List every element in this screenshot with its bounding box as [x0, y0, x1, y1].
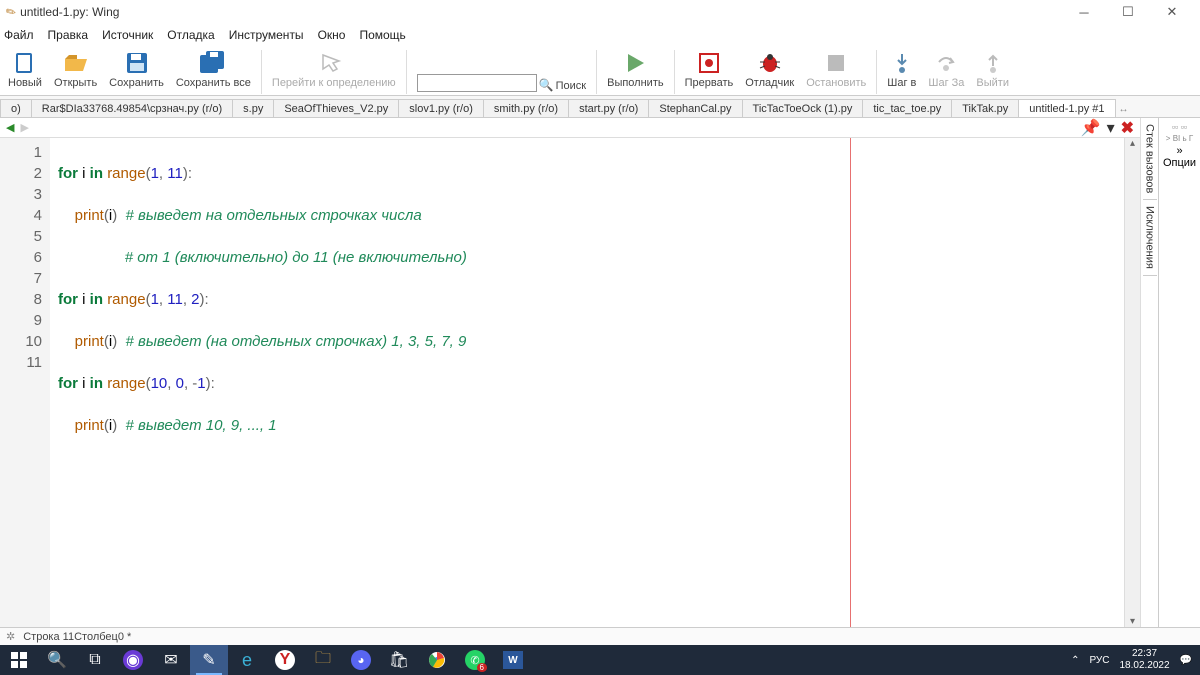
run-button[interactable]: Выполнить	[601, 48, 669, 96]
maximize-button[interactable]: ☐	[1106, 0, 1150, 24]
save-button[interactable]: Сохранить	[103, 48, 170, 96]
store-icon[interactable]: 🛍	[380, 645, 418, 675]
step-out-button[interactable]: Выйти	[970, 48, 1015, 96]
menu-file[interactable]: Файл	[4, 28, 34, 42]
main-area: ◀ ▶ 📌 ▾ ✖ 1234567891011 for i in range(1…	[0, 118, 1200, 627]
gutter: 1234567891011	[0, 138, 50, 627]
floppy-multi-icon	[198, 51, 228, 75]
debug-button[interactable]: Отладчик	[739, 48, 800, 96]
tab-close-icon[interactable]: ✖	[1121, 118, 1134, 138]
chevron-down-icon[interactable]: ▾	[1107, 118, 1115, 138]
lang-indicator[interactable]: РУС	[1089, 655, 1109, 666]
file-tabs: o) Rar$DIa33768.49854\срзнач.py (r/o) s.…	[0, 96, 1200, 118]
mail-icon[interactable]: ✉	[152, 645, 190, 675]
tiny-label: > BI ь Г	[1161, 134, 1198, 143]
pin-icon[interactable]: 📌	[1081, 118, 1101, 138]
step-in-icon	[892, 52, 912, 74]
arrow-cursor-icon	[319, 51, 349, 75]
step-in-button[interactable]: Шаг в	[881, 48, 922, 96]
search-label: Поиск	[556, 80, 586, 92]
terminate-button[interactable]: Остановить	[800, 48, 872, 96]
stop-button[interactable]: Прервать	[679, 48, 740, 96]
clock[interactable]: 22:37 18.02.2022	[1119, 648, 1169, 672]
taskview-icon[interactable]: ⧉	[76, 645, 114, 675]
play-icon	[624, 52, 646, 74]
chrome-icon[interactable]	[418, 645, 456, 675]
file-tab[interactable]: StephanCal.py	[648, 99, 742, 118]
explorer-icon[interactable]: 🗀	[304, 645, 342, 675]
sidetab-callstack[interactable]: Стек вызовов	[1143, 118, 1157, 200]
menu-help[interactable]: Помощь	[359, 28, 405, 42]
status-icon: ✲	[6, 630, 15, 643]
editor-body[interactable]: 1234567891011 for i in range(1, 11): pri…	[0, 138, 1140, 627]
whatsapp-icon[interactable]: ✆6	[456, 645, 494, 675]
menu-tools[interactable]: Инструменты	[229, 28, 304, 42]
code-area[interactable]: for i in range(1, 11): print(i) # выведе…	[50, 138, 1124, 627]
options-panel: ▫▫ ▫▫ > BI ь Г » Опции	[1158, 118, 1200, 627]
editor-nav: ◀ ▶ 📌 ▾ ✖	[0, 118, 1140, 138]
stop-square-icon	[826, 53, 846, 73]
ruler-line	[850, 138, 851, 627]
editor: ◀ ▶ 📌 ▾ ✖ 1234567891011 for i in range(1…	[0, 118, 1140, 627]
save-all-button[interactable]: Сохранить все	[170, 48, 257, 96]
file-tab[interactable]: Rar$DIa33768.49854\срзнач.py (r/o)	[31, 99, 233, 118]
step-over-button[interactable]: Шаг За	[922, 48, 970, 96]
edge-icon[interactable]: e	[228, 645, 266, 675]
word-icon[interactable]: W	[494, 645, 532, 675]
floppy-icon	[124, 51, 150, 75]
record-icon	[698, 52, 720, 74]
nav-back-icon[interactable]: ◀	[6, 121, 14, 134]
start-button[interactable]	[0, 645, 38, 675]
menubar: Файл Правка Источник Отладка Инструменты…	[0, 24, 1200, 46]
cursor-position: Строка 11Столбец0 *	[23, 631, 131, 643]
close-button[interactable]: ✕	[1150, 0, 1194, 24]
file-tab[interactable]: TicTacToeOck (1).py	[742, 99, 864, 118]
search-icon[interactable]: 🔍	[539, 78, 554, 92]
nav-forward-icon[interactable]: ▶	[20, 121, 28, 134]
discord-icon[interactable]: ◕	[342, 645, 380, 675]
search-tb-icon[interactable]: 🔍	[38, 645, 76, 675]
tray-chevron-icon[interactable]: ⌃	[1071, 655, 1079, 666]
sidetab-exceptions[interactable]: Исключения	[1143, 200, 1157, 276]
window-title: untitled-1.py: Wing	[20, 5, 119, 19]
side-panel: Стек вызовов Исключения	[1140, 118, 1158, 627]
open-button[interactable]: Открыть	[48, 48, 103, 96]
menu-window[interactable]: Окно	[318, 28, 346, 42]
alice-icon[interactable]: ◉	[114, 645, 152, 675]
toolbar: Новый Открыть Сохранить Сохранить все Пе…	[0, 46, 1200, 96]
file-tab[interactable]: slov1.py (r/o)	[398, 99, 484, 118]
notifications-icon[interactable]: 💬	[1180, 655, 1192, 666]
step-out-icon	[983, 52, 1003, 74]
search-block: 🔍 Поиск	[411, 48, 592, 96]
app-icon: ✎	[3, 3, 19, 20]
file-tab[interactable]: start.py (r/o)	[568, 99, 649, 118]
menu-edit[interactable]: Правка	[48, 28, 89, 42]
new-button[interactable]: Новый	[2, 48, 48, 96]
search-input[interactable]	[417, 74, 537, 92]
folder-open-icon	[63, 51, 89, 75]
bug-icon	[758, 52, 782, 74]
file-tab-active[interactable]: untitled-1.py #1	[1018, 99, 1115, 118]
options-label[interactable]: Опции	[1161, 157, 1198, 169]
wing-app-icon[interactable]: ✎	[190, 645, 228, 675]
file-tab[interactable]: tic_tac_toe.py	[862, 99, 952, 118]
tabs-overflow-icon[interactable]: ↔	[1115, 102, 1133, 117]
file-tab[interactable]: o)	[0, 99, 32, 118]
file-tab[interactable]: TikTak.py	[951, 99, 1019, 118]
file-tab[interactable]: smith.py (r/o)	[483, 99, 569, 118]
yandex-icon[interactable]: Y	[266, 645, 304, 675]
menu-source[interactable]: Источник	[102, 28, 153, 42]
file-icon	[12, 51, 38, 75]
scrollbar[interactable]: ▴▾	[1124, 138, 1140, 627]
file-tab[interactable]: SeaOfThieves_V2.py	[273, 99, 399, 118]
menu-debug[interactable]: Отладка	[167, 28, 214, 42]
statusbar: ✲ Строка 11Столбец0 *	[0, 627, 1200, 645]
step-over-icon	[936, 52, 956, 74]
goto-def-button[interactable]: Перейти к определению	[266, 48, 402, 96]
taskbar: 🔍 ⧉ ◉ ✉ ✎ e Y 🗀 ◕ 🛍 ✆6 W ⌃ РУС 22:37 18.…	[0, 645, 1200, 675]
file-tab[interactable]: s.py	[232, 99, 274, 118]
minimize-button[interactable]: ─	[1062, 0, 1106, 24]
titlebar: ✎ untitled-1.py: Wing ─ ☐ ✕	[0, 0, 1200, 24]
